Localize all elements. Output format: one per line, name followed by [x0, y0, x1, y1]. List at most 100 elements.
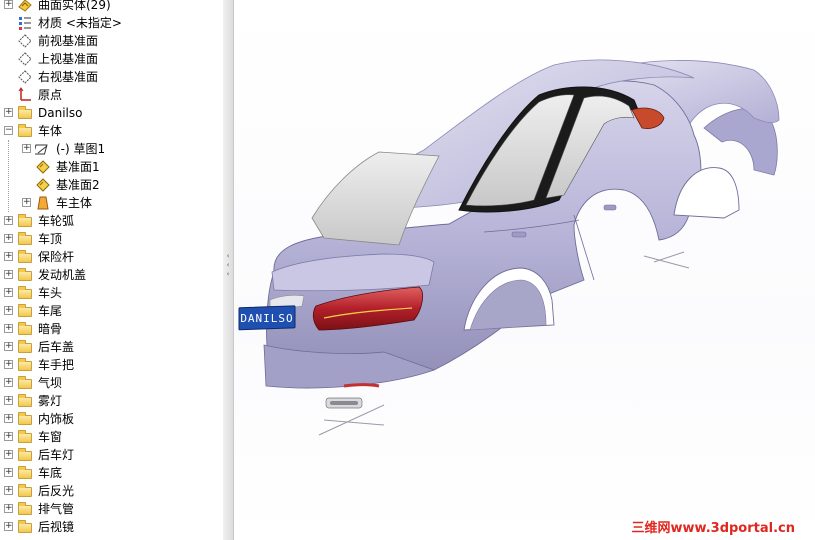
collapse-toggle-icon[interactable]: − [4, 126, 13, 135]
expand-toggle-icon[interactable]: + [4, 108, 13, 117]
tree-item[interactable]: + 车底 [0, 464, 222, 482]
license-plate: DANILSO [238, 305, 296, 331]
folder-icon [17, 105, 33, 121]
tree-item-label: 车主体 [56, 196, 93, 210]
expand-toggle-icon[interactable]: + [4, 486, 13, 495]
tree-item-label: 上视基准面 [38, 52, 99, 66]
origin-icon [17, 87, 33, 103]
expand-toggle-icon[interactable]: + [4, 414, 13, 423]
tree-item-label: 原点 [38, 88, 63, 102]
tree-item[interactable]: 右视基准面 [0, 68, 222, 86]
expand-toggle-icon[interactable]: + [4, 522, 13, 531]
tree-item-label: 保险杆 [38, 250, 75, 264]
tree-item-label: 车尾 [38, 304, 63, 318]
tree-item-label: 前视基准面 [38, 34, 99, 48]
expand-toggle-icon[interactable]: + [22, 198, 31, 207]
tree-item[interactable]: + 车尾 [0, 302, 222, 320]
folder-icon [17, 519, 33, 535]
folder-icon [17, 501, 33, 517]
tree-item-label: 后视镜 [38, 520, 75, 534]
tree-item[interactable]: + 曲面实体(29) [0, 0, 222, 14]
tree-item[interactable]: + 气坝 [0, 374, 222, 392]
expand-toggle-icon[interactable]: + [22, 144, 31, 153]
folder-icon [17, 411, 33, 427]
folder-icon [17, 267, 33, 283]
folder-icon [17, 393, 33, 409]
tree-item-label: 车顶 [38, 232, 63, 246]
expand-toggle-icon[interactable]: + [4, 432, 13, 441]
tree-item[interactable]: + (-) 草图1 [0, 140, 222, 158]
tree-item[interactable]: + 后车灯 [0, 446, 222, 464]
car-model[interactable]: DANILSO [234, 0, 815, 540]
expand-toggle-icon[interactable]: + [4, 450, 13, 459]
tree-item-label: 气坝 [38, 376, 63, 390]
folder-icon [17, 375, 33, 391]
tree-item[interactable]: 基准面2 [0, 176, 222, 194]
tree-item[interactable]: + 排气管 [0, 500, 222, 518]
tree-item[interactable]: + 车窗 [0, 428, 222, 446]
tree-item[interactable]: + 暗骨 [0, 320, 222, 338]
tree-item[interactable]: + 内饰板 [0, 410, 222, 428]
tree-item-label: Danilso [38, 106, 83, 120]
tree-item-label: 基准面1 [56, 160, 100, 174]
expand-toggle-icon[interactable]: + [4, 252, 13, 261]
expand-toggle-icon[interactable]: + [4, 504, 13, 513]
tree-item[interactable]: + 发动机盖 [0, 266, 222, 284]
tree-item[interactable]: + 后反光 [0, 482, 222, 500]
tree-item[interactable]: 上视基准面 [0, 50, 222, 68]
folder-icon [17, 447, 33, 463]
material-icon [17, 15, 33, 31]
folder-icon [17, 231, 33, 247]
tree-item-label: 车窗 [38, 430, 63, 444]
expand-toggle-icon[interactable]: + [4, 360, 13, 369]
tree-item[interactable]: 基准面1 [0, 158, 222, 176]
folder-icon [17, 339, 33, 355]
collapse-arrows-icon[interactable]: ‹ ‹ ‹ [225, 252, 231, 282]
expand-toggle-icon[interactable]: + [4, 342, 13, 351]
tree-item[interactable]: + 车手把 [0, 356, 222, 374]
graphics-area[interactable]: DANILSO 三维网www.3dportal.cn [234, 0, 815, 540]
tree-item[interactable]: + 雾灯 [0, 392, 222, 410]
tree-item[interactable]: 前视基准面 [0, 32, 222, 50]
tree-item-label: 发动机盖 [38, 268, 87, 282]
expand-toggle-icon[interactable]: + [4, 0, 13, 9]
tree-item[interactable]: + 车头 [0, 284, 222, 302]
folder-icon [17, 285, 33, 301]
expand-toggle-icon[interactable]: + [4, 378, 13, 387]
tree-item[interactable]: + 后视镜 [0, 518, 222, 536]
tree-item[interactable]: + 保险杆 [0, 248, 222, 266]
plane-yellow-icon [35, 159, 51, 175]
tree-item-label: 车轮弧 [38, 214, 75, 228]
expand-toggle-icon[interactable]: + [4, 468, 13, 477]
tree-item-label: 排气管 [38, 502, 75, 516]
tree-item[interactable]: + 车轮弧 [0, 212, 222, 230]
tree-item-label: 车头 [38, 286, 63, 300]
tree-item[interactable]: + Danilso [0, 104, 222, 122]
expand-toggle-icon[interactable]: + [4, 396, 13, 405]
panel-splitter[interactable]: ‹ ‹ ‹ [223, 0, 234, 540]
folder-icon [17, 483, 33, 499]
tree-item[interactable]: 材质 <未指定> [0, 14, 222, 32]
expand-toggle-icon[interactable]: + [4, 270, 13, 279]
expand-toggle-icon[interactable]: + [4, 306, 13, 315]
expand-toggle-icon[interactable]: + [4, 216, 13, 225]
expand-toggle-icon[interactable]: + [4, 234, 13, 243]
tree-item-label: 车体 [38, 124, 63, 138]
tree-item-label: (-) 草图1 [56, 142, 106, 156]
folder-icon [17, 303, 33, 319]
folder-icon [17, 249, 33, 265]
expand-toggle-icon[interactable]: + [4, 324, 13, 333]
feature-icon [35, 195, 51, 211]
tree-item[interactable]: + 车主体 [0, 194, 222, 212]
expand-toggle-icon[interactable]: + [4, 288, 13, 297]
tree-item-label: 暗骨 [38, 322, 63, 336]
tree-item[interactable]: + 车顶 [0, 230, 222, 248]
tree-item[interactable]: + 后车盖 [0, 338, 222, 356]
tree-item-label: 车底 [38, 466, 63, 480]
plane-icon [17, 69, 33, 85]
tree-item[interactable]: − 车体 [0, 122, 222, 140]
tree-item-label: 内饰板 [38, 412, 75, 426]
tree-item-label: 材质 <未指定> [38, 16, 122, 30]
feature-tree: + 曲面实体(29) 材质 <未指定> 前视基准面上视基准面右视基准面原点 + Danil… [0, 0, 224, 540]
tree-item[interactable]: 原点 [0, 86, 222, 104]
